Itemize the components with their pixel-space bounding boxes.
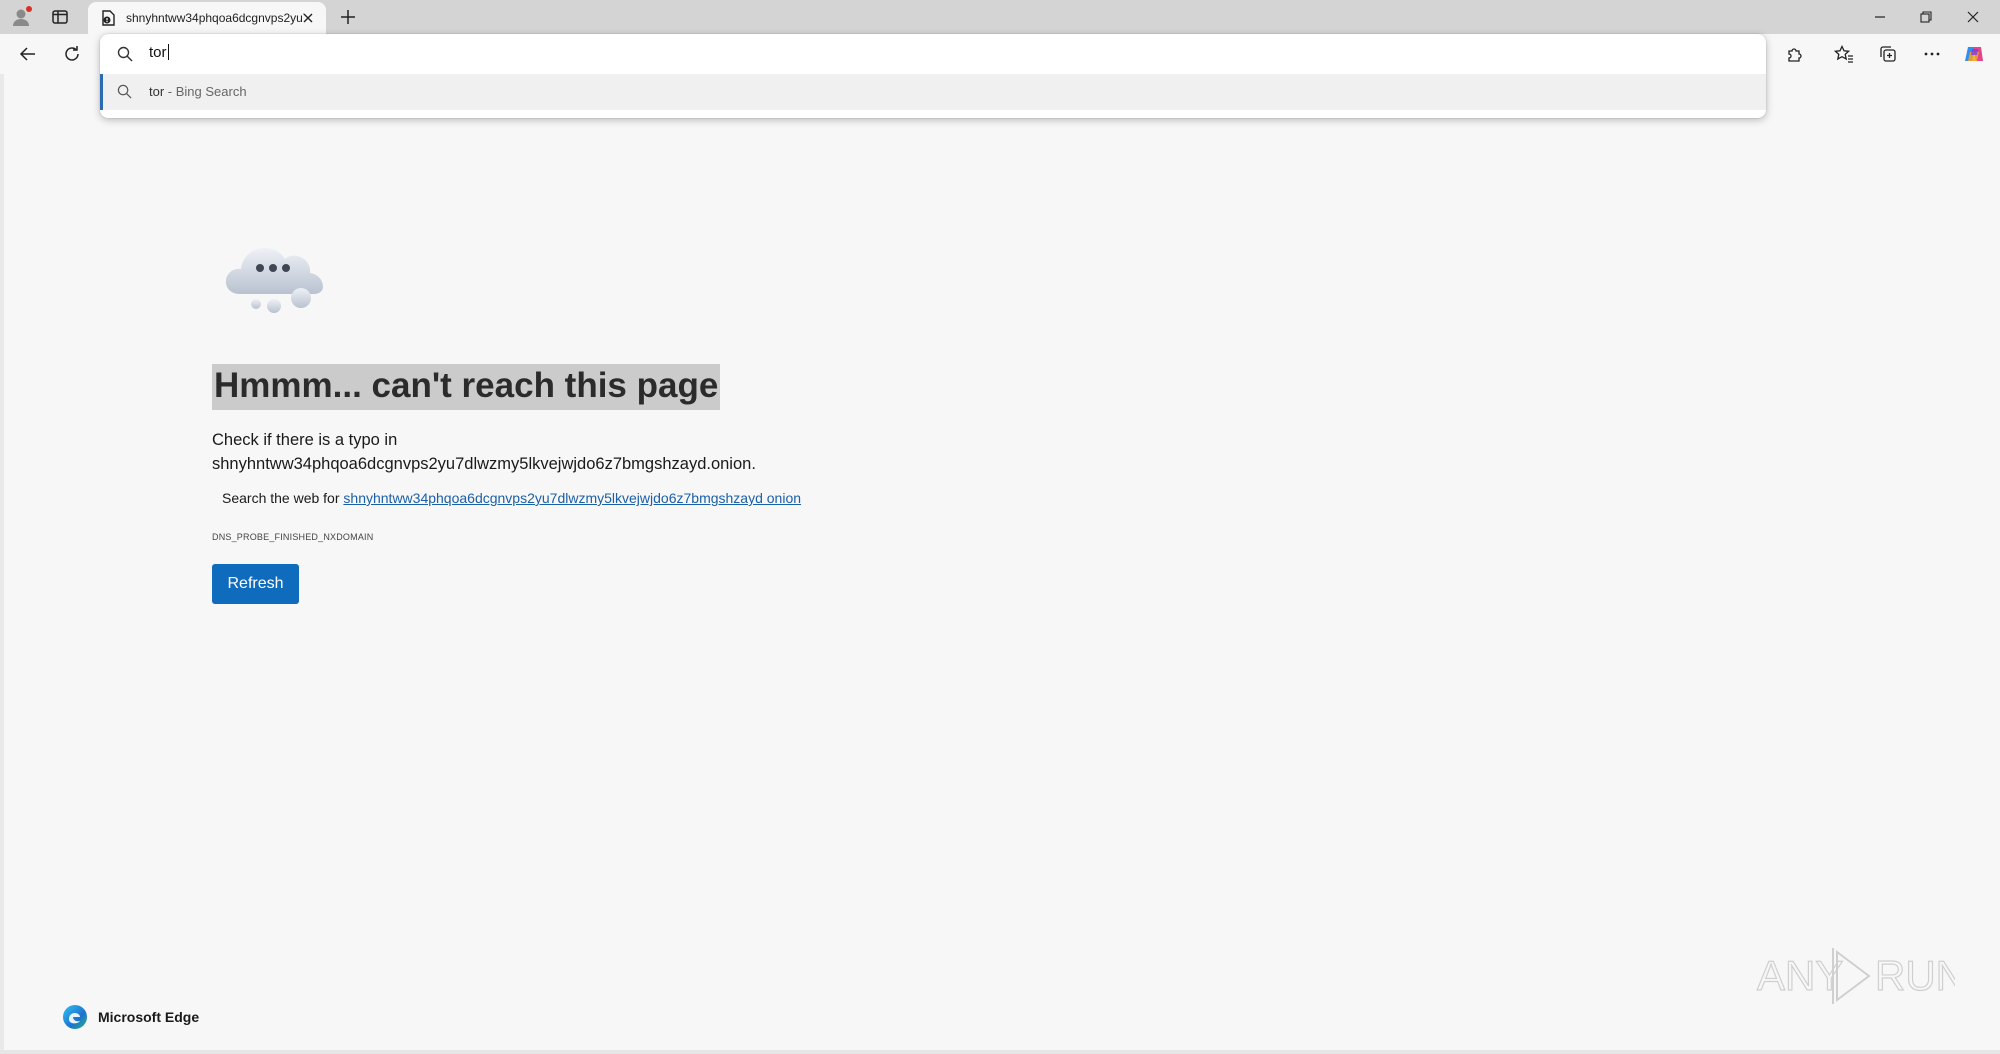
more-button[interactable]: [1915, 38, 1949, 70]
copilot-icon: [1963, 43, 1985, 65]
extensions-button[interactable]: [1778, 38, 1812, 70]
cloud-illustration: [222, 232, 332, 318]
minimize-button[interactable]: [1857, 0, 1903, 34]
tab-actions-button[interactable]: [42, 1, 78, 33]
suggestion-source: - Bing Search: [164, 84, 247, 99]
profile-button[interactable]: [4, 1, 40, 33]
collections-icon: [1879, 45, 1897, 63]
text-caret: [167, 44, 169, 60]
typed-text: tor: [149, 44, 167, 61]
active-tab[interactable]: shnyhntww34phqoa6dcgnvps2yu7dlwzmy5lkvej…: [88, 2, 326, 34]
edge-logo-icon: [62, 1004, 88, 1030]
typo-check-message: Check if there is a typo in shnyhntww34p…: [212, 428, 912, 476]
restore-button[interactable]: [1903, 0, 1949, 34]
suggestion-item[interactable]: tor - Bing Search: [100, 74, 1766, 110]
restore-icon: [1920, 11, 1932, 23]
typo-check-host: shnyhntww34phqoa6dcgnvps2yu7dlwzmy5lkvej…: [212, 455, 756, 473]
svg-text:ANY: ANY: [1757, 952, 1843, 999]
tab-actions-icon: [51, 8, 69, 26]
anyrun-watermark: ANY RUN: [1755, 940, 1955, 1010]
edge-branding: Microsoft Edge: [62, 1004, 199, 1030]
copilot-button[interactable]: [1957, 38, 1991, 70]
search-icon: [117, 84, 132, 99]
favorites-star-icon: [1834, 45, 1854, 63]
suggestion-label: tor - Bing Search: [149, 84, 247, 99]
tab-title: shnyhntww34phqoa6dcgnvps2yu7dlwzmy5lkvej…: [126, 11, 304, 25]
window-left-edge: [0, 74, 4, 1054]
plus-icon: [340, 9, 356, 25]
back-button[interactable]: [11, 38, 45, 70]
more-dots-icon: [1923, 45, 1941, 63]
suggestion-query: tor: [149, 84, 165, 99]
address-bar[interactable]: tor: [100, 34, 1766, 74]
tab-close-button[interactable]: [298, 8, 318, 28]
search-icon: [117, 46, 133, 62]
refresh-page-button[interactable]: Refresh: [212, 564, 299, 604]
search-suggestion: Search the web for shnyhntww34phqoa6dcgn…: [222, 490, 801, 506]
puzzle-icon: [1786, 45, 1804, 63]
error-headline: Hmmm... can't reach this page: [212, 364, 721, 410]
address-input[interactable]: tor: [149, 44, 169, 61]
address-bar-dropdown: tor tor - Bing Search: [100, 34, 1766, 118]
error-code: DNS_PROBE_FINISHED_NXDOMAIN: [212, 532, 374, 542]
svg-text:RUN: RUN: [1875, 952, 1955, 999]
typo-check-prefix: Check if there is a typo in: [212, 431, 398, 449]
search-web-link[interactable]: shnyhntww34phqoa6dcgnvps2yu7dlwzmy5lkvej…: [343, 490, 801, 506]
browser-name: Microsoft Edge: [98, 1009, 200, 1025]
window-bottom-edge: [0, 1050, 2000, 1054]
page-error-icon: [100, 10, 116, 26]
window-close-button[interactable]: [1950, 0, 1996, 34]
refresh-button[interactable]: [55, 38, 89, 70]
minimize-icon: [1874, 11, 1886, 23]
close-icon: [302, 12, 314, 24]
favorites-button[interactable]: [1827, 38, 1861, 70]
title-bar: shnyhntww34phqoa6dcgnvps2yu7dlwzmy5lkvej…: [0, 0, 2000, 34]
search-prefix: Search the web for: [222, 490, 344, 506]
close-icon: [1967, 11, 1979, 23]
new-tab-button[interactable]: [330, 1, 366, 33]
collections-button[interactable]: [1871, 38, 1905, 70]
profile-icon: [10, 5, 34, 29]
refresh-icon: [63, 45, 81, 63]
back-arrow-icon: [19, 45, 37, 63]
